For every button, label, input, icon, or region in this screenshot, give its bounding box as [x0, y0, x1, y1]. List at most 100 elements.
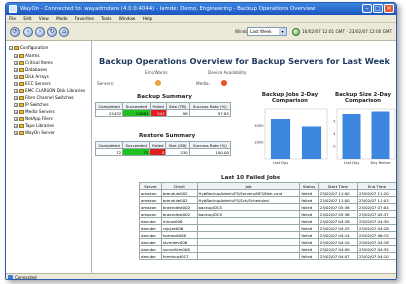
- table-cell: amazon: [139, 203, 162, 211]
- column-header: Completed: [94, 141, 124, 149]
- expand-icon[interactable]: +: [14, 75, 18, 79]
- expand-icon[interactable]: +: [14, 89, 18, 93]
- table-row[interactable]: amazon braendest002 backup/DCS failed 23/02/…: [139, 203, 396, 211]
- table-cell: 23/02/07 05:36: [317, 210, 358, 218]
- expand-icon[interactable]: +: [14, 103, 18, 107]
- tree-item[interactable]: + ECC Servers: [14, 80, 51, 87]
- tree-item-label: WayOn Server: [25, 130, 55, 135]
- table-cell: 23/02/07 04:35: [356, 245, 396, 253]
- folder-icon: [19, 103, 24, 107]
- folder-icon: [19, 82, 24, 86]
- expand-icon[interactable]: +: [14, 68, 18, 72]
- column-header: Start Time: [317, 182, 358, 190]
- table-cell: failed: [299, 210, 319, 218]
- title-bar[interactable]: WayOn - Connected to: wayadmdare (4.0.0.…: [6, 3, 396, 15]
- menu-mode[interactable]: Mode: [56, 16, 67, 21]
- table-row[interactable]: danube rajcjxe006 failed 23/02/07 04:25 23/0…: [139, 224, 396, 232]
- table-row[interactable]: amazon brendule002 HybBackupAdmin/FS/Sch/S…: [139, 196, 396, 204]
- tree-item-label: Alarms: [25, 53, 40, 58]
- table-cell: 23/02/07 04:14: [317, 231, 358, 239]
- menu-help[interactable]: Help: [143, 16, 153, 21]
- folder-icon: [19, 61, 24, 65]
- home-icon[interactable]: ⌂: [59, 27, 69, 37]
- tree-item[interactable]: + IP Switches: [14, 101, 49, 108]
- table-cell: brendule002: [160, 189, 198, 197]
- tree-item-label: Fibre Channel Switches: [25, 95, 74, 100]
- menu-favorites[interactable]: Favorites: [75, 16, 94, 21]
- servers-status-indicator: [155, 80, 161, 86]
- menu-window[interactable]: Window: [119, 16, 136, 21]
- column-header: Succeeded: [122, 102, 151, 110]
- table-row[interactable]: danube sunvdhtm008 failed 23/02/07 04:09 23/…: [139, 245, 396, 253]
- table-row[interactable]: danube rhinox006 failed 23/02/07 04:28 23/02…: [139, 217, 396, 225]
- table-cell: 23/02/07 04:10: [356, 252, 396, 260]
- tree-item[interactable]: + NetApp Filers: [14, 115, 53, 122]
- table-row[interactable]: danube hpmesd006 failed 23/02/07 04:14 23/02…: [139, 231, 396, 239]
- window-select[interactable]: Last Week ▾: [247, 27, 287, 36]
- tree-item-label: Media Servers: [25, 109, 55, 114]
- media-status-indicator: [221, 80, 227, 86]
- maximize-button[interactable]: □: [373, 4, 383, 13]
- menu-view[interactable]: View: [39, 16, 49, 21]
- table-row[interactable]: amazon braendest002 backup/DCS failed 23/02/…: [139, 210, 396, 218]
- app-refresh-icon[interactable]: ⟳: [10, 27, 20, 37]
- tree-item-label: NetApp Filers: [25, 116, 53, 121]
- menu-edit[interactable]: Edit: [23, 16, 31, 21]
- tree-item[interactable]: + WayOn Server: [14, 129, 55, 136]
- table-cell: 23/02/07 06:15: [356, 231, 396, 239]
- column-header: Failed: [149, 102, 167, 110]
- table-cell: 23/02/07 04:28: [317, 217, 358, 225]
- collapse-icon[interactable]: −: [9, 46, 13, 50]
- tree-item[interactable]: + EMC CLARiiON Disk Libraries: [14, 87, 85, 94]
- expand-icon[interactable]: +: [14, 117, 18, 121]
- table-cell: 23/02/07 04:07: [317, 252, 358, 260]
- expand-icon[interactable]: +: [14, 131, 18, 135]
- y-tick-label: 0: [333, 145, 336, 149]
- x-tick-label: Last Day: [344, 161, 361, 165]
- expand-icon[interactable]: +: [14, 96, 18, 100]
- go-icon[interactable]: [292, 28, 300, 36]
- folder-icon: [19, 117, 24, 121]
- column-header: Succeeded: [122, 141, 151, 149]
- table-cell: failed: [299, 231, 319, 239]
- date-range: 16/02/07 12:01 GMT - 23/02/07 12:00 GMT: [302, 29, 393, 34]
- table-row[interactable]: danube stvmdev006 failed 23/02/07 04:10 23/0…: [139, 238, 396, 246]
- y-tick-label: 2000: [254, 141, 264, 145]
- tree-item-label: Disk Arrays: [25, 74, 49, 79]
- failed-cell: 547: [149, 109, 167, 117]
- failed-cell: 0: [149, 148, 167, 156]
- table-cell: danube: [139, 231, 162, 239]
- table-row[interactable]: amazon brendule002 HybBackupAdmin/FS/Serve…: [139, 189, 396, 197]
- servers-label: Servers:: [97, 81, 115, 86]
- tree-item[interactable]: + Media Servers: [14, 108, 55, 115]
- expand-icon[interactable]: +: [14, 61, 18, 65]
- y-tick-label: 4000: [254, 124, 264, 128]
- forward-icon[interactable]: ›: [35, 27, 45, 37]
- tree-item[interactable]: + Disk Arrays: [14, 73, 49, 80]
- chart-title-size: Backup Size 2-Day Comparison: [335, 92, 391, 104]
- device-availability-label: Device Availability: [208, 70, 247, 75]
- expand-icon[interactable]: +: [14, 110, 18, 114]
- menu-tools[interactable]: Tools: [101, 16, 111, 21]
- expand-icon[interactable]: +: [14, 124, 18, 128]
- table-cell: [196, 217, 301, 225]
- tree-item[interactable]: + Fibre Channel Switches: [14, 94, 74, 101]
- tree-root[interactable]: − Configuration: [9, 45, 48, 50]
- menu-file[interactable]: File: [9, 16, 16, 21]
- tree-item[interactable]: + Alarms: [14, 52, 40, 59]
- tree-item[interactable]: + Critical Items: [14, 59, 53, 66]
- minimize-button[interactable]: –: [362, 4, 372, 13]
- table-row[interactable]: danube formisust017 failed 23/02/07 04:07 23…: [139, 252, 396, 260]
- table-cell: 23/02/07 11:03: [356, 196, 396, 204]
- completed-cell: 72: [94, 148, 124, 156]
- table-cell: danube: [139, 245, 162, 253]
- expand-icon[interactable]: +: [14, 82, 18, 86]
- refresh-icon[interactable]: ↻: [47, 27, 57, 37]
- tree-item[interactable]: + Databases: [14, 66, 47, 73]
- close-button[interactable]: ×: [384, 4, 394, 13]
- tree-root-label: Configuration: [20, 45, 49, 50]
- back-icon[interactable]: ‹: [23, 27, 33, 37]
- expand-icon[interactable]: +: [14, 54, 18, 58]
- tree-item[interactable]: + Tape Libraries: [14, 122, 54, 129]
- window-title: WayOn - Connected to: wayadmdare (4.0.0.…: [20, 6, 316, 12]
